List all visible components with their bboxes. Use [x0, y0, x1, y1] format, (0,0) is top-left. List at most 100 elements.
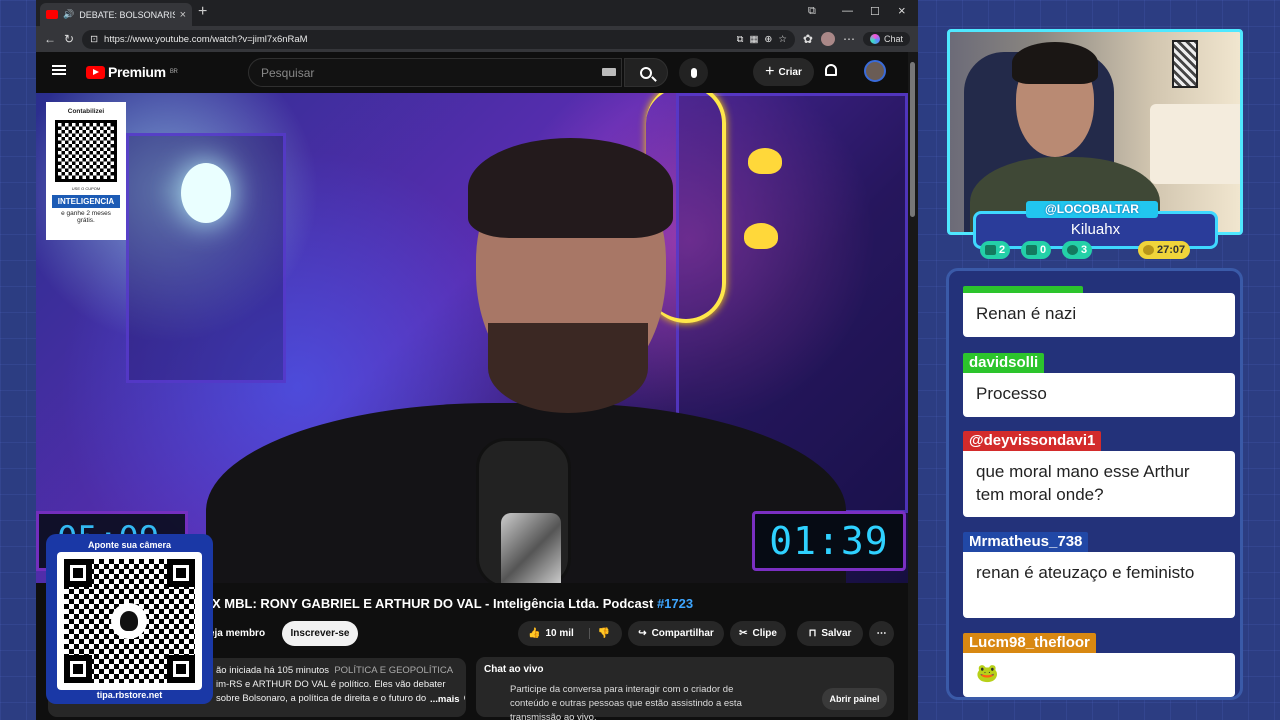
promo-code: INTELIGENCIA: [52, 195, 120, 208]
topic-tag[interactable]: POLÍTICA E GEOPOLÍTICA: [334, 665, 453, 676]
extensions-icon[interactable]: ✿: [803, 32, 813, 46]
search-icon: [640, 66, 652, 79]
chat-icon: [985, 245, 996, 255]
stat-other: 3: [1062, 241, 1093, 259]
account-avatar[interactable]: [864, 60, 886, 82]
video-player[interactable]: Contabilizei USE O CUPOM INTELIGENCIA e …: [36, 93, 908, 583]
subscribe-label: Inscrever-se: [290, 628, 350, 639]
chat-message: renan é ateuzaço e feministo: [963, 552, 1235, 618]
more-actions-button[interactable]: ⋯: [869, 621, 894, 646]
tab-title: DEBATE: BOLSONARISTA X MBL: [79, 9, 174, 20]
address-bar-row: ← ↻ ⊡ https://www.youtube.com/watch?v=ji…: [36, 26, 918, 52]
keyboard-icon[interactable]: [602, 68, 616, 76]
search-placeholder: Pesquisar: [261, 65, 315, 80]
tab-bar: 🔊 DEBATE: BOLSONARISTA X MBL × + ⧉ — ☐ ×: [36, 0, 918, 26]
logo-text: Premium: [108, 64, 166, 80]
thumbs-up-icon: 👍: [528, 628, 541, 639]
qr-finder: [167, 559, 195, 587]
chat-username: Mrmatheus_738: [963, 532, 1089, 552]
youtube-icon: [1026, 245, 1037, 255]
apps-icon[interactable]: ▦: [749, 34, 758, 45]
scissors-icon: ✂: [739, 628, 748, 639]
chat-message: Renan é nazi: [963, 293, 1235, 337]
voice-search-button[interactable]: [679, 58, 708, 87]
qr-code: [57, 552, 202, 690]
qr-logo: [111, 603, 147, 639]
video-title-text: X MBL: RONY GABRIEL E ARTHUR DO VAL - In…: [212, 596, 657, 611]
guest-hair: [468, 138, 673, 238]
subscribe-button[interactable]: Inscrever-se: [282, 621, 358, 646]
thumbs-down-icon[interactable]: 👎: [588, 628, 610, 639]
speaker-icon[interactable]: 🔊: [63, 9, 74, 20]
youtube-header: Premium BR Pesquisar + Criar: [36, 52, 908, 93]
save-button[interactable]: ⊓ Salvar: [797, 621, 863, 646]
streamer-name: Kiluahx: [1070, 221, 1121, 238]
live-chat-panel: Chat ao vivo Participe da conversa para …: [476, 657, 894, 720]
clock-icon: [1143, 245, 1154, 255]
streamer-handle: @LOCOBALTAR: [1026, 201, 1158, 218]
more-icon: ⋯: [876, 628, 887, 639]
chat-label: Chat: [883, 34, 903, 44]
favorite-star-icon[interactable]: ☆: [778, 34, 787, 45]
live-chat-text: Participe da conversa para interagir com…: [510, 684, 742, 720]
new-tab-icon[interactable]: +: [198, 3, 207, 21]
promo-qr-code: [55, 120, 117, 182]
qr-finder: [64, 655, 92, 683]
chat-message: Processo: [963, 373, 1235, 417]
chat-username: davidsolli: [963, 353, 1045, 373]
address-bar[interactable]: ⊡ https://www.youtube.com/watch?v=jiml7x…: [82, 29, 795, 49]
clip-button[interactable]: ✂ Clipe: [730, 621, 786, 646]
like-button[interactable]: 👍 10 mil 👎: [518, 621, 622, 646]
collections-icon[interactable]: ⧉: [808, 5, 816, 18]
profile-avatar-icon[interactable]: [820, 32, 835, 46]
youtube-logo[interactable]: Premium BR: [86, 64, 178, 80]
stream-duration: 27:07: [1138, 241, 1191, 259]
copilot-chat-button[interactable]: Chat: [862, 32, 910, 46]
translate-icon[interactable]: ⧉: [737, 34, 744, 45]
stat-chat-count: 2: [999, 244, 1006, 256]
minimize-icon[interactable]: —: [842, 5, 853, 17]
site-info-icon[interactable]: ⊡: [90, 34, 98, 45]
chat-message: que moral mano esse Arthur tem moral ond…: [963, 451, 1235, 517]
logo-region: BR: [169, 69, 178, 75]
stat-youtube: 0: [1021, 241, 1052, 259]
guest-beard: [488, 323, 648, 413]
join-label: eja membro: [208, 628, 266, 639]
live-chat-title: Chat ao vivo: [484, 664, 544, 675]
more-menu-icon[interactable]: ⋯: [843, 32, 855, 46]
close-window-icon[interactable]: ×: [898, 3, 906, 18]
promo-header: Contabilizei: [67, 108, 105, 115]
share-label: Compartilhar: [651, 628, 714, 639]
qr-pattern: [64, 559, 195, 683]
maximize-icon[interactable]: ☐: [870, 5, 880, 18]
zoom-icon[interactable]: ⊕: [764, 34, 772, 45]
chat-message: 🐸: [963, 653, 1235, 697]
open-panel-label: Abrir painel: [829, 694, 880, 704]
show-more-link[interactable]: ...mais: [426, 694, 464, 705]
search-button[interactable]: [624, 58, 668, 87]
chat-username: Lucm98_thefloor: [963, 633, 1096, 653]
plus-icon: +: [765, 63, 775, 80]
description-line: im-RS e ARTHUR DO VAL é político. Eles v…: [216, 679, 446, 690]
qr-finder: [167, 655, 195, 683]
search-input[interactable]: Pesquisar: [248, 58, 622, 87]
close-tab-icon[interactable]: ×: [180, 9, 186, 21]
create-button[interactable]: + Criar: [753, 58, 814, 86]
notifications-bell-icon[interactable]: [825, 64, 837, 76]
microphone-icon: [690, 67, 697, 78]
promo-text: e ganhe 2 meses grátis.: [61, 210, 111, 224]
menu-icon[interactable]: [52, 65, 66, 75]
chat-overlay: Renan é nazi davidsolli Processo @deyvis…: [946, 268, 1243, 700]
reload-icon[interactable]: ↻: [64, 32, 74, 46]
qr-url: tipa.rbstore.net: [96, 690, 163, 700]
open-panel-button[interactable]: Abrir painel: [822, 688, 887, 710]
share-button[interactable]: ↪ Compartilhar: [628, 621, 724, 646]
browser-tab[interactable]: 🔊 DEBATE: BOLSONARISTA X MBL ×: [40, 3, 192, 26]
background-sofa: [1150, 104, 1240, 184]
stat-youtube-count: 0: [1040, 244, 1047, 256]
scrollbar-thumb[interactable]: [910, 62, 915, 217]
promo-coupon-label: USE O CUPOM: [71, 186, 101, 191]
video-hashtag[interactable]: #1723: [657, 596, 693, 611]
back-icon[interactable]: ←: [44, 32, 56, 46]
share-icon: ↪: [638, 628, 647, 639]
